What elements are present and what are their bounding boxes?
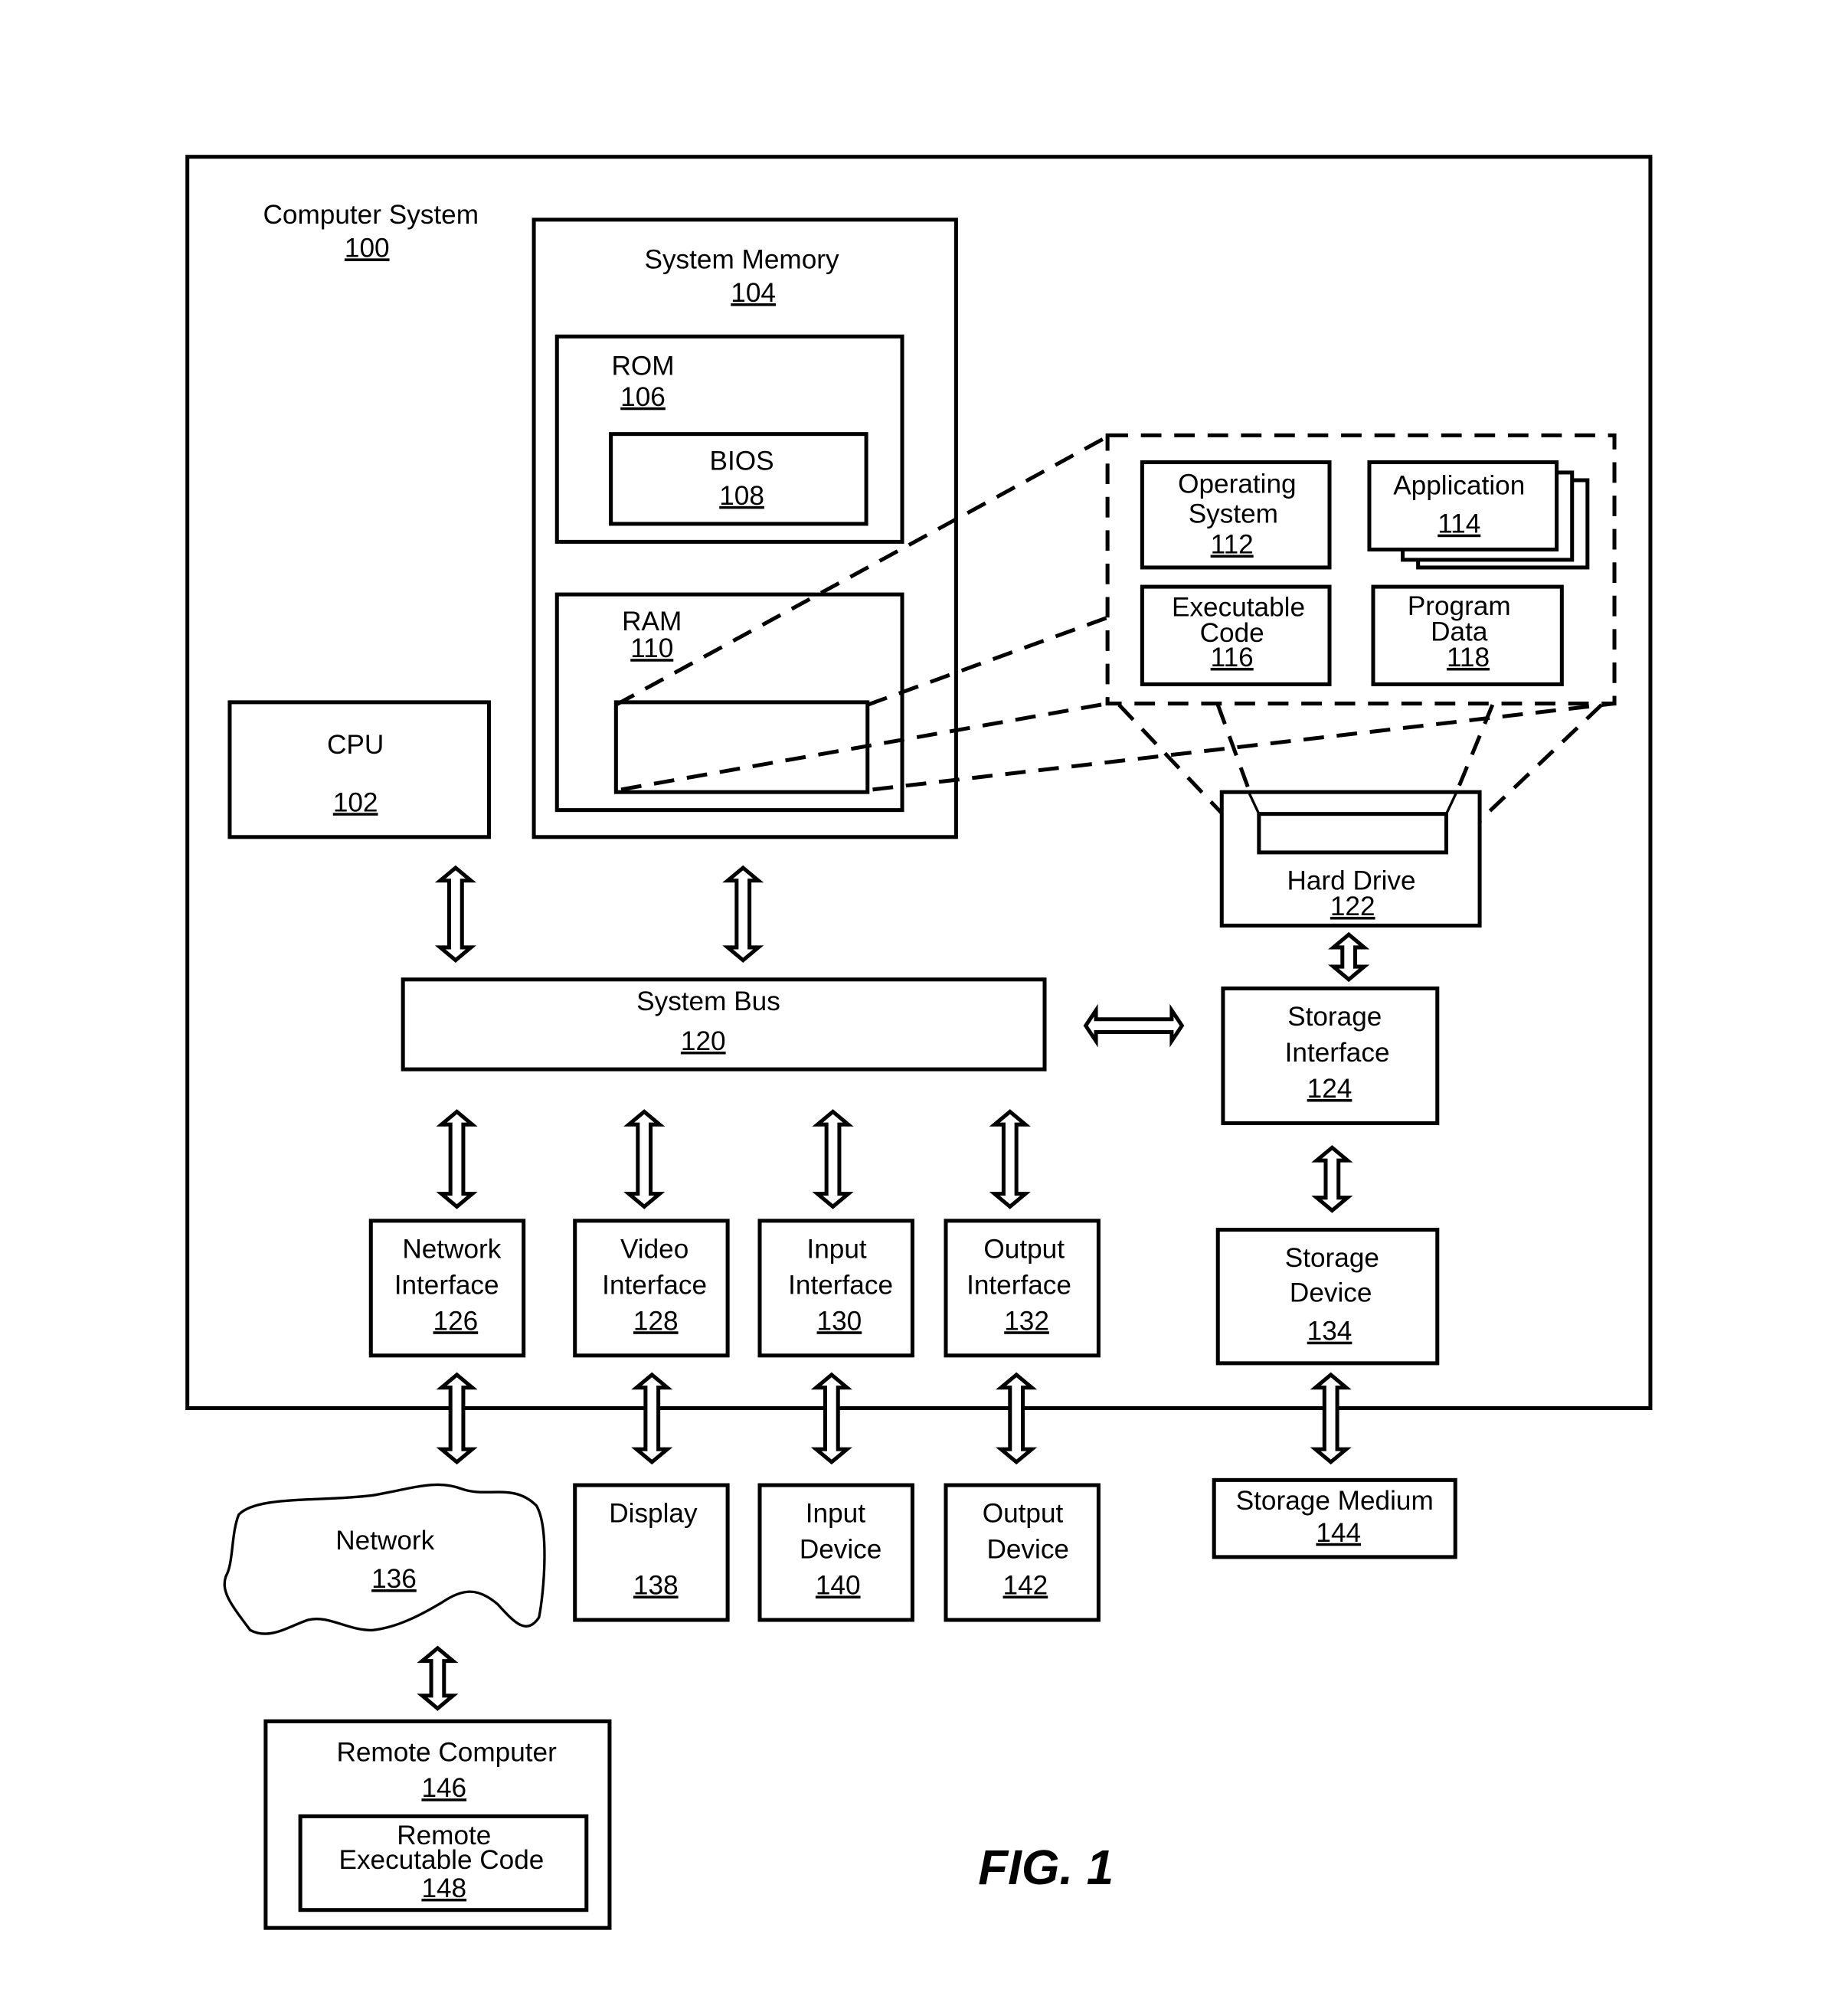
output-interface-device-arrow (996, 1372, 1038, 1465)
network-interface-ref: 126 (433, 1306, 479, 1336)
video-interface-ref: 128 (633, 1306, 679, 1336)
storage-medium-title: Storage Medium (1236, 1486, 1434, 1516)
cpu-box: CPU 102 (227, 700, 491, 839)
ram-block (613, 700, 870, 794)
output-device-ref: 142 (1003, 1570, 1048, 1600)
computer-system-diagram: Computer System 100 CPU 102 System Memor… (185, 155, 1653, 1930)
operating-system-line2: System (1189, 499, 1278, 528)
executable-code-box: Executable Code 116 (1140, 584, 1332, 686)
operating-system-line1: Operating (1178, 470, 1296, 499)
ram-title: RAM (622, 607, 682, 636)
application-title: Application (1393, 470, 1525, 500)
remote-computer-ref: 146 (421, 1773, 466, 1803)
storage-device-line2: Device (1290, 1278, 1372, 1307)
input-device-line1: Input (806, 1499, 865, 1529)
remote-executable-code-box: Remote Executable Code 148 (298, 1814, 589, 1912)
application-ref: 114 (1438, 509, 1480, 539)
program-data-box: Program Data 118 (1371, 584, 1564, 686)
display-ref: 138 (633, 1570, 679, 1600)
storage-device-box: Storage Device 134 (1215, 1228, 1440, 1366)
video-interface-display-arrow (631, 1372, 673, 1465)
ram-box: RAM 110 (554, 592, 904, 813)
bios-ref: 108 (719, 481, 764, 511)
program-data-ref: 118 (1447, 643, 1490, 672)
input-interface-ref: 130 (817, 1306, 862, 1336)
remote-executable-code-line2: Executable Code (339, 1845, 544, 1875)
computer-system-title: Computer System (263, 200, 479, 230)
output-interface-line1: Output (983, 1234, 1065, 1264)
video-interface-box: Video Interface 128 (573, 1219, 730, 1358)
network-interface-box: Network Interface 126 (368, 1219, 526, 1358)
input-device-line2: Device (800, 1535, 882, 1565)
storage-interface-line2: Interface (1285, 1038, 1390, 1068)
output-device-line1: Output (983, 1499, 1064, 1529)
system-memory-ref: 104 (731, 278, 776, 308)
cpu-ref: 102 (333, 787, 378, 817)
input-interface-line1: Input (806, 1234, 866, 1264)
computer-system-ref: 100 (345, 233, 390, 263)
network-ref: 136 (371, 1564, 417, 1594)
operating-system-box: Operating System 112 (1140, 460, 1332, 570)
remote-executable-code-ref: 148 (421, 1873, 466, 1903)
system-bus-ref: 120 (681, 1026, 726, 1056)
storage-device-ref: 134 (1307, 1317, 1352, 1346)
hard-drive-box: Hard Drive 122 (1219, 790, 1482, 928)
hard-drive-ref: 122 (1330, 892, 1375, 921)
output-device-box: Output Device 142 (944, 1483, 1101, 1622)
system-bus-box: System Bus 120 (401, 977, 1047, 1072)
input-interface-device-arrow (810, 1372, 852, 1465)
input-device-ref: 140 (816, 1570, 861, 1600)
storage-interface-line1: Storage (1287, 1002, 1382, 1032)
rom-title: ROM (611, 352, 674, 381)
output-interface-line2: Interface (967, 1270, 1071, 1300)
remote-computer-title: Remote Computer (336, 1737, 557, 1767)
cpu-title: CPU (327, 730, 384, 760)
storage-medium-ref: 144 (1316, 1518, 1361, 1548)
executable-code-ref: 116 (1211, 643, 1254, 672)
network-interface-line1: Network (402, 1234, 501, 1264)
storage-interface-box: Storage Interface 124 (1221, 987, 1440, 1126)
storage-medium-box: Storage Medium 144 (1212, 1477, 1457, 1559)
operating-system-ref: 112 (1211, 529, 1254, 559)
input-interface-line2: Interface (788, 1270, 893, 1300)
storage-interface-ref: 124 (1307, 1074, 1352, 1104)
system-bus-title: System Bus (636, 987, 780, 1016)
network-interface-line2: Interface (394, 1270, 499, 1300)
bios-box: BIOS 108 (609, 432, 868, 526)
display-box: Display 138 (573, 1483, 730, 1622)
application-box: Application 114 (1367, 460, 1590, 570)
rom-ref: 106 (620, 382, 666, 412)
output-device-line2: Device (986, 1535, 1069, 1565)
figure-label: FIG. 1 (978, 1840, 1114, 1895)
storage-device-line1: Storage (1285, 1243, 1379, 1273)
storage-device-medium-arrow (1310, 1372, 1352, 1465)
input-device-box: Input Device 140 (757, 1483, 914, 1622)
input-interface-box: Input Interface 130 (757, 1219, 914, 1358)
video-interface-line2: Interface (602, 1270, 707, 1300)
bios-title: BIOS (710, 447, 774, 476)
hard-drive-platter (1257, 812, 1449, 855)
display-title: Display (609, 1499, 698, 1529)
ram-ref: 110 (630, 633, 673, 663)
network-title: Network (335, 1526, 434, 1556)
network-remote-computer-arrow (417, 1645, 459, 1711)
output-interface-box: Output Interface 132 (944, 1219, 1101, 1358)
system-memory-title: System Memory (645, 244, 839, 274)
network-interface-network-arrow (436, 1372, 478, 1465)
output-interface-ref: 132 (1004, 1306, 1049, 1336)
network-cloud: Network 136 (223, 1483, 546, 1635)
video-interface-line1: Video (620, 1234, 689, 1264)
